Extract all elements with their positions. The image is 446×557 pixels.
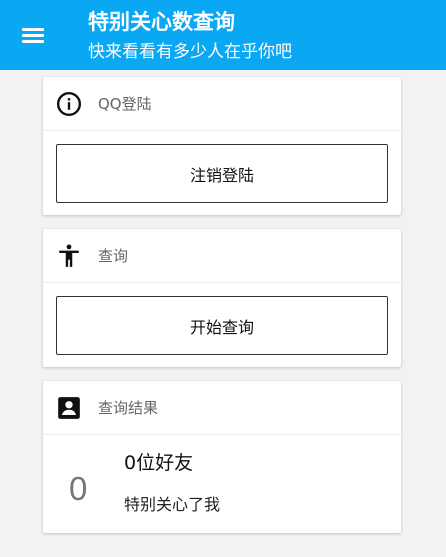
contact-card-icon [58,397,80,419]
login-card-header: QQ登陆 [43,77,401,131]
query-card-title: 查询 [98,247,129,265]
info-icon [56,91,82,117]
menu-icon[interactable] [20,25,46,45]
accessibility-icon [59,244,79,267]
app-subtitle: 快来看看有多少人在乎你吧 [88,42,292,62]
start-query-button[interactable]: 开始查询 [56,296,388,355]
query-card-header: 查询 [43,229,401,283]
result-card-header: 查询结果 [43,381,401,435]
friends-count-text: 0位好友 [124,452,194,474]
result-count: 0 [69,470,88,507]
logout-button[interactable]: 注销登陆 [56,144,388,203]
login-card-title: QQ登陆 [98,95,152,113]
query-card: 查询 开始查询 [43,229,401,367]
care-text: 特别关心了我 [124,495,221,514]
result-card-title: 查询结果 [98,399,159,417]
app-bar: 特别关心数查询 快来看看有多少人在乎你吧 [0,0,446,70]
result-card: 查询结果 0 0位好友 特别关心了我 [43,381,401,533]
app-title: 特别关心数查询 [88,10,235,34]
login-card: QQ登陆 注销登陆 [43,77,401,215]
